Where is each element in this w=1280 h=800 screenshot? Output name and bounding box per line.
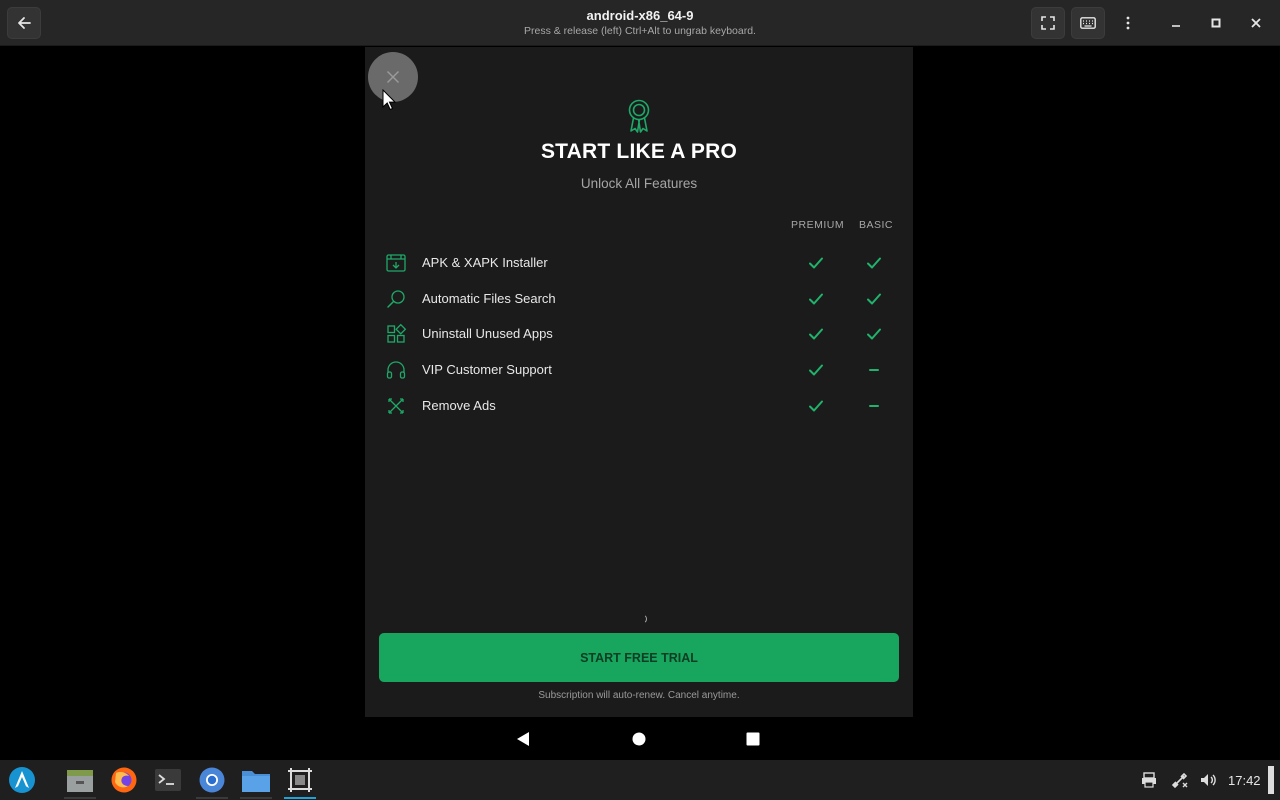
headset-icon bbox=[386, 361, 406, 379]
show-desktop-button[interactable] bbox=[1268, 766, 1274, 794]
archive-manager-icon bbox=[67, 770, 93, 792]
android-screen: START LIKE A PRO Unlock All Features PRE… bbox=[365, 47, 913, 717]
android-home-button[interactable] bbox=[630, 731, 648, 747]
start-free-trial-button[interactable]: START FREE TRIAL bbox=[379, 633, 899, 682]
paywall-subhead: Unlock All Features bbox=[580, 176, 698, 191]
terminal-icon bbox=[155, 769, 181, 791]
minimize-button[interactable] bbox=[1159, 7, 1193, 39]
check-icon bbox=[809, 328, 823, 340]
firefox-icon bbox=[111, 767, 137, 793]
feature-label: Remove Ads bbox=[422, 398, 496, 413]
feature-row: APK & XAPK Installer bbox=[385, 247, 895, 277]
desktop-taskbar: 17:42 bbox=[0, 760, 1280, 800]
apps-grid-icon bbox=[387, 323, 407, 343]
arrow-left-icon bbox=[18, 17, 31, 29]
more-vertical-icon bbox=[1126, 16, 1130, 30]
minimize-icon bbox=[1172, 25, 1180, 27]
loading-spinner bbox=[637, 614, 647, 624]
folder-icon bbox=[242, 771, 270, 792]
feature-row: Automatic Files Search bbox=[385, 283, 895, 313]
taskbar-indicator bbox=[240, 797, 272, 799]
window-title: android-x86_64-9 bbox=[586, 8, 694, 23]
maximize-button[interactable] bbox=[1199, 7, 1233, 39]
installer-icon bbox=[386, 254, 406, 272]
close-icon bbox=[1251, 18, 1261, 28]
chromium-icon bbox=[199, 767, 225, 793]
feature-row: Uninstall Unused Apps bbox=[385, 318, 895, 348]
taskbar-clock[interactable]: 17:42 bbox=[1228, 773, 1261, 788]
feature-label: Automatic Files Search bbox=[422, 291, 556, 306]
column-header-basic: BASIC bbox=[859, 219, 894, 231]
paywall-headline: START LIKE A PRO bbox=[540, 140, 738, 163]
feature-row: VIP Customer Support bbox=[385, 354, 895, 384]
taskbar-files-archive[interactable] bbox=[62, 764, 98, 799]
app-launcher-button[interactable] bbox=[4, 764, 40, 796]
back-button[interactable] bbox=[7, 7, 41, 39]
column-header-premium: PREMIUM bbox=[791, 219, 845, 231]
maximize-icon bbox=[1211, 18, 1221, 28]
taskbar-indicator-active bbox=[284, 797, 316, 799]
feature-label: VIP Customer Support bbox=[422, 362, 552, 377]
printer-icon[interactable] bbox=[1140, 771, 1158, 789]
mouse-cursor-icon bbox=[382, 89, 396, 111]
taskbar-firefox[interactable] bbox=[106, 764, 142, 796]
feature-row: Remove Ads bbox=[385, 390, 895, 420]
fullscreen-button[interactable] bbox=[1031, 7, 1065, 39]
keyboard-icon bbox=[1080, 17, 1096, 29]
taskbar-emulator[interactable] bbox=[282, 764, 318, 799]
check-icon bbox=[867, 328, 881, 340]
feature-label: APK & XAPK Installer bbox=[422, 255, 548, 270]
android-recents-button[interactable] bbox=[744, 731, 762, 747]
check-icon bbox=[809, 364, 823, 376]
search-icon bbox=[387, 290, 405, 308]
menu-button[interactable] bbox=[1111, 7, 1145, 39]
check-icon bbox=[809, 400, 823, 412]
taskbar-indicator bbox=[64, 797, 96, 799]
arch-logo-icon bbox=[9, 767, 35, 793]
award-icon bbox=[628, 99, 650, 133]
taskbar-file-manager[interactable] bbox=[238, 764, 274, 799]
dash-icon bbox=[869, 369, 879, 371]
window-titlebar: android-x86_64-9 Press & release (left) … bbox=[0, 0, 1280, 46]
emulator-icon bbox=[288, 768, 312, 792]
check-icon bbox=[809, 293, 823, 305]
subscription-fine-print: Subscription will auto-renew. Cancel any… bbox=[538, 690, 740, 701]
volume-icon[interactable] bbox=[1199, 771, 1217, 789]
taskbar-indicator bbox=[196, 797, 228, 799]
dash-icon bbox=[869, 405, 879, 407]
remove-ads-icon bbox=[388, 398, 404, 414]
check-icon bbox=[867, 293, 881, 305]
window-subtitle: Press & release (left) Ctrl+Alt to ungra… bbox=[524, 25, 756, 37]
feature-label: Uninstall Unused Apps bbox=[422, 326, 553, 341]
taskbar-chromium[interactable] bbox=[194, 764, 230, 799]
close-icon bbox=[386, 70, 400, 84]
check-icon bbox=[809, 257, 823, 269]
taskbar-terminal[interactable] bbox=[150, 764, 186, 796]
keyboard-button[interactable] bbox=[1071, 7, 1105, 39]
network-disconnected-icon[interactable] bbox=[1171, 771, 1189, 789]
fullscreen-icon bbox=[1041, 16, 1055, 30]
check-icon bbox=[867, 257, 881, 269]
close-window-button[interactable] bbox=[1239, 7, 1273, 39]
android-back-button[interactable] bbox=[515, 731, 533, 747]
